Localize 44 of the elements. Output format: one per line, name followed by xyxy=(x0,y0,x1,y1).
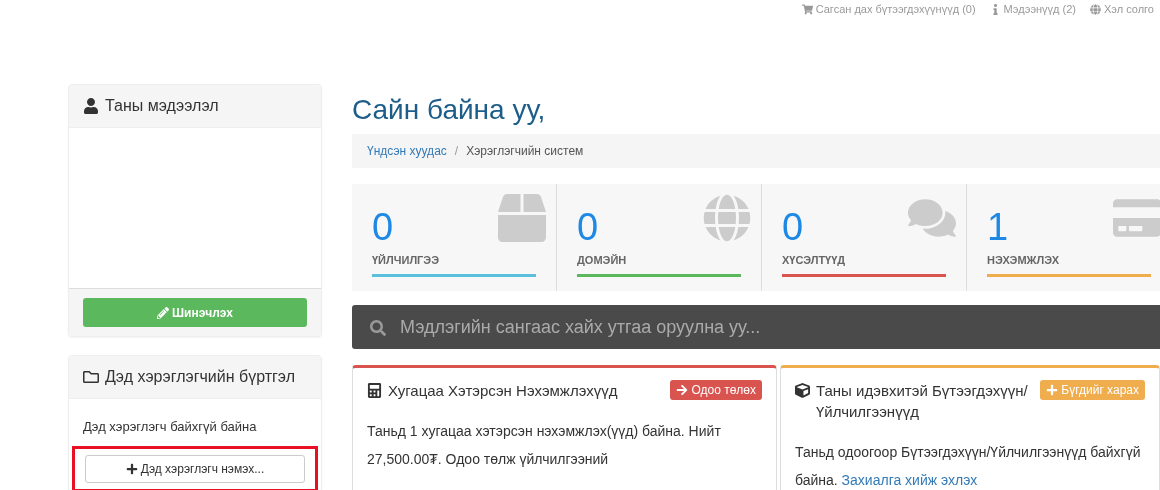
box-icon xyxy=(498,194,546,242)
stat-tile[interactable]: 0 ДОМЭЙН xyxy=(557,184,762,291)
empty-message: Дэд хэрэглэгч байхгүй байна xyxy=(82,418,258,436)
stat-value: 0 xyxy=(782,208,804,246)
stat-label: НЭХЭМЖЛЭХ xyxy=(987,254,1061,266)
search-field[interactable]: Мэдлэгийн сангаас хайх утгаа оруулна уу... xyxy=(352,305,1160,349)
order-link[interactable]: Захиалга хийж эхлэх xyxy=(841,472,978,488)
folder-icon xyxy=(83,369,99,385)
breadcrumb-link[interactable]: Үндсэн хуудас xyxy=(367,144,447,158)
arrow-icon xyxy=(676,384,689,396)
search-icon xyxy=(370,320,386,336)
cube-icon xyxy=(795,383,810,398)
stat-label: ДОМЭЙН xyxy=(577,254,628,266)
panel-action-button[interactable]: Одоо төлөх xyxy=(670,380,762,400)
stat-value: 0 xyxy=(577,208,599,246)
stat-label: ҮЙЛЧИЛГЭЭ xyxy=(372,254,440,266)
globe-icon xyxy=(1090,3,1101,15)
card-title: Дэд хэрэглэгчийн бүртгэл xyxy=(105,368,295,386)
panel-text: Таньд одоогоор Бүтээгдэхүүн/Үйлчилгээнүүд байхгүй байна. Захиалга хийж эхлэх xyxy=(794,443,1142,490)
user-icon xyxy=(83,98,99,114)
stat-tile[interactable]: 1 НЭХЭМЖЛЭХ xyxy=(967,184,1160,291)
panel-text: Таньд 1 хугацаа хэтэрсэн нэхэмжлэх(үүд) байна. Нийт 27,500.00₮. Одоо төлж үйлчилгээний xyxy=(366,422,722,469)
breadcrumb-current: Хэрэглэгчийн систем xyxy=(466,144,584,158)
panel-title: Таны идэвхитэй Бүтээгдэхүүн/ Үйлчилгээнүүд xyxy=(795,380,1033,422)
plus-icon xyxy=(1046,384,1059,396)
plus-icon xyxy=(125,463,138,475)
greeting-heading: Сайн байна уу, xyxy=(352,94,547,126)
cart-icon xyxy=(801,3,813,15)
top-nav-link[interactable]: Хэл солго xyxy=(1090,2,1154,16)
calculator-icon xyxy=(367,383,382,398)
stat-label: ХҮСЭЛТҮҮД xyxy=(782,254,847,266)
update-button[interactable]: Шинэчлэх xyxy=(83,298,307,327)
breadcrumb-separator: / xyxy=(454,144,459,158)
stat-tile[interactable]: 0 ХҮСЭЛТҮҮД xyxy=(762,184,967,291)
top-nav-link[interactable]: Мэдээнүүд (2) xyxy=(989,2,1076,16)
stat-value: 0 xyxy=(372,208,394,246)
add-subaccount-button[interactable]: Дэд хэрэглэгч нэмэх... xyxy=(85,455,305,483)
top-nav-link[interactable]: Сагсан дах бүтээгдэхүүнүүд (0) xyxy=(801,2,976,16)
globe-icon xyxy=(703,194,751,242)
pencil-icon xyxy=(156,306,169,319)
stat-tile[interactable]: 0 ҮЙЛЧИЛГЭЭ xyxy=(352,184,557,291)
stat-value: 1 xyxy=(987,208,1009,246)
panel-title: Хугацаа Хэтэрсэн Нэхэмжлэхүүд xyxy=(367,380,618,401)
card-title: Таны мэдээлэл xyxy=(105,97,219,115)
